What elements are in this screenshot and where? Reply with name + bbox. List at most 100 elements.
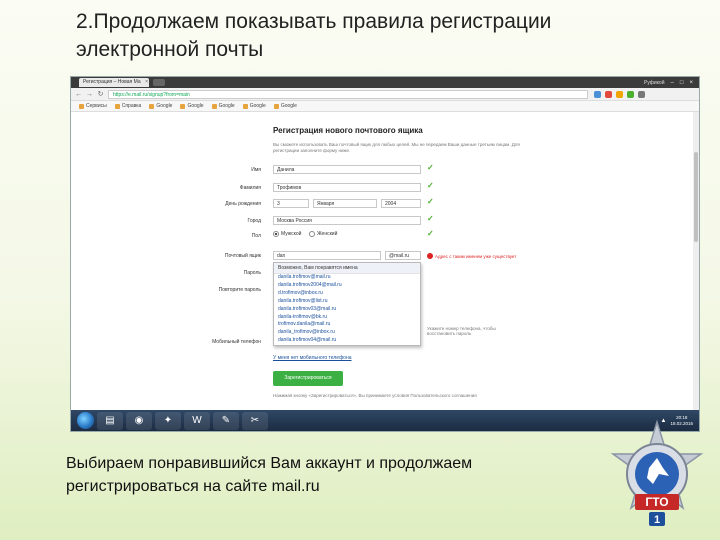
- yandex-icon[interactable]: ✦: [155, 411, 181, 430]
- suggestion-item[interactable]: danila.trofimov04@mail.ru: [274, 337, 420, 345]
- form-title: Регистрация нового почтового ящика: [273, 126, 423, 135]
- check-icon: ✓: [427, 229, 434, 238]
- extension-icon[interactable]: [605, 90, 612, 98]
- email-warning-text: Адрес с таким именем уже существует: [435, 253, 517, 259]
- registration-page: Регистрация нового почтового ящика Вы см…: [71, 112, 699, 412]
- paint-icon[interactable]: ✎: [213, 411, 239, 430]
- suggestion-item[interactable]: danila.trofimov03@mail.ru: [274, 306, 420, 314]
- suggestion-item[interactable]: danila-trofimov@bk.ru: [274, 313, 420, 321]
- address-bar: ← → ↻ https://e.mail.ru/signup?from=main: [71, 88, 699, 101]
- bookmark-icon: [273, 103, 279, 109]
- phone-hint: Укажите номер телефона, чтобы восстанови…: [427, 326, 496, 336]
- gender-male-radio[interactable]: Мужской: [273, 231, 301, 237]
- form-intro: Вы сможете использовать Ваш почтовый ящи…: [273, 142, 520, 153]
- first-name-field[interactable]: Данила: [273, 165, 421, 174]
- warning-icon: [427, 253, 433, 259]
- back-icon[interactable]: ←: [75, 91, 82, 98]
- bookmark-icon: [180, 103, 186, 109]
- check-icon: ✓: [427, 197, 434, 206]
- bookmark-label: Google: [187, 103, 204, 109]
- window-controls: Руфикой – □ ×: [644, 80, 699, 86]
- close-window-icon[interactable]: ×: [689, 80, 693, 86]
- bookmark-label: Google: [249, 103, 266, 109]
- extension-icon[interactable]: [627, 90, 634, 98]
- maximize-icon[interactable]: □: [680, 80, 684, 86]
- suggestion-item[interactable]: danila.trofimov@mail.ru: [274, 274, 420, 282]
- phone-label: Мобильный телефон: [212, 339, 261, 345]
- bookmark-icon: [79, 103, 84, 109]
- bookmark-item[interactable]: Сервисы: [79, 103, 107, 109]
- profile-name[interactable]: Руфикой: [644, 80, 665, 86]
- bookmark-icon: [114, 103, 120, 109]
- last-name-field[interactable]: Трофимов: [273, 183, 421, 192]
- chrome-icon[interactable]: ◉: [126, 411, 152, 430]
- email-input[interactable]: dan: [273, 251, 381, 260]
- no-phone-link[interactable]: У меня нет мобильного телефона: [273, 355, 352, 361]
- day-select[interactable]: 3: [273, 199, 309, 208]
- slide-caption: Выбираем понравившийся Вам аккаунт и про…: [66, 452, 596, 498]
- suggestion-item[interactable]: danila.trofimov@list.ru: [274, 298, 420, 306]
- emblem-text: ГТО: [645, 495, 668, 509]
- check-icon: ✓: [427, 163, 434, 172]
- year-select[interactable]: 2004: [381, 199, 421, 208]
- start-button[interactable]: [77, 412, 94, 429]
- slide-title: 2.Продолжаем показывать правила регистра…: [76, 8, 676, 64]
- last-name-label: Фамилия: [239, 185, 261, 191]
- register-button[interactable]: Зарегистрироваться: [273, 371, 343, 386]
- city-field[interactable]: Москва Россия: [273, 216, 421, 225]
- explorer-icon[interactable]: ▤: [97, 411, 123, 430]
- domain-select[interactable]: @mail.ru: [385, 251, 421, 260]
- bookmark-item[interactable]: Google: [149, 103, 172, 109]
- bookmark-item[interactable]: Справка: [114, 103, 141, 109]
- bookmark-label: Google: [280, 103, 297, 109]
- month-select[interactable]: Января: [313, 199, 377, 208]
- bookmark-item[interactable]: Google: [242, 103, 266, 109]
- minimize-icon[interactable]: –: [671, 80, 674, 86]
- check-icon: ✓: [427, 214, 434, 223]
- scrollbar-thumb[interactable]: [694, 152, 698, 242]
- bookmark-item[interactable]: Google: [211, 103, 235, 109]
- reload-icon[interactable]: ↻: [97, 90, 104, 98]
- bookmark-item[interactable]: Google: [180, 103, 204, 109]
- suggestion-item[interactable]: trofimov.danila@mail.ru: [274, 321, 420, 329]
- suggestion-item[interactable]: d.trofimov@inbox.ru: [274, 290, 420, 298]
- check-icon: ✓: [427, 181, 434, 190]
- browser-tab[interactable]: Регистрация – Новая Ма ×: [79, 78, 149, 87]
- bookmark-icon: [149, 103, 155, 109]
- tab-close-icon[interactable]: ×: [145, 79, 148, 85]
- email-label: Почтовый ящик: [224, 253, 261, 259]
- birthday-label: День рождения: [225, 201, 261, 207]
- bookmark-label: Google: [218, 103, 235, 109]
- password-label: Пароль: [243, 270, 261, 276]
- suggestion-item[interactable]: danila.trofimov2004@mail.ru: [274, 282, 420, 290]
- gender-male-label: Мужской: [281, 231, 302, 237]
- bookmarks-bar: Сервисы Справка Google Google Google Goo…: [71, 101, 699, 112]
- page-scrollbar[interactable]: [693, 112, 699, 412]
- menu-icon[interactable]: [638, 90, 645, 98]
- dropdown-header: Возможно, Вам понравятся имена: [274, 263, 420, 274]
- slide-title-line2: электронной почты: [76, 38, 264, 61]
- forward-icon[interactable]: →: [86, 91, 93, 98]
- suggestion-item[interactable]: danila_trofimov@inbox.ru: [274, 329, 420, 337]
- radio-on-icon: [273, 231, 279, 237]
- first-name-label: Имя: [251, 167, 261, 173]
- emblem-number: 1: [654, 514, 660, 526]
- extension-icon[interactable]: [616, 90, 623, 98]
- word-icon[interactable]: W: [184, 411, 210, 430]
- bookmark-item[interactable]: Google: [273, 103, 297, 109]
- tool-icon[interactable]: ✂: [242, 411, 268, 430]
- bookmark-icon: [211, 103, 217, 109]
- radio-off-icon: [309, 231, 315, 237]
- gender-female-label: Женский: [317, 231, 338, 237]
- browser-screenshot: Регистрация – Новая Ма × Руфикой – □ × ←…: [70, 76, 700, 432]
- url-input[interactable]: https://e.mail.ru/signup?from=main: [108, 89, 588, 99]
- email-suggestions-dropdown: Возможно, Вам понравятся имена danila.tr…: [273, 262, 421, 346]
- caption-line1: Выбираем понравившийся Вам аккаунт и про…: [66, 455, 473, 472]
- gender-label: Пол: [251, 233, 261, 239]
- bookmark-label: Google: [156, 103, 173, 109]
- gender-female-radio[interactable]: Женский: [309, 231, 337, 237]
- new-tab-button[interactable]: [153, 79, 165, 86]
- slide-title-line1: 2.Продолжаем показывать правила регистра…: [76, 10, 552, 33]
- caption-line2: регистрироваться на сайте mail.ru: [66, 478, 320, 495]
- extension-icon[interactable]: [594, 90, 601, 98]
